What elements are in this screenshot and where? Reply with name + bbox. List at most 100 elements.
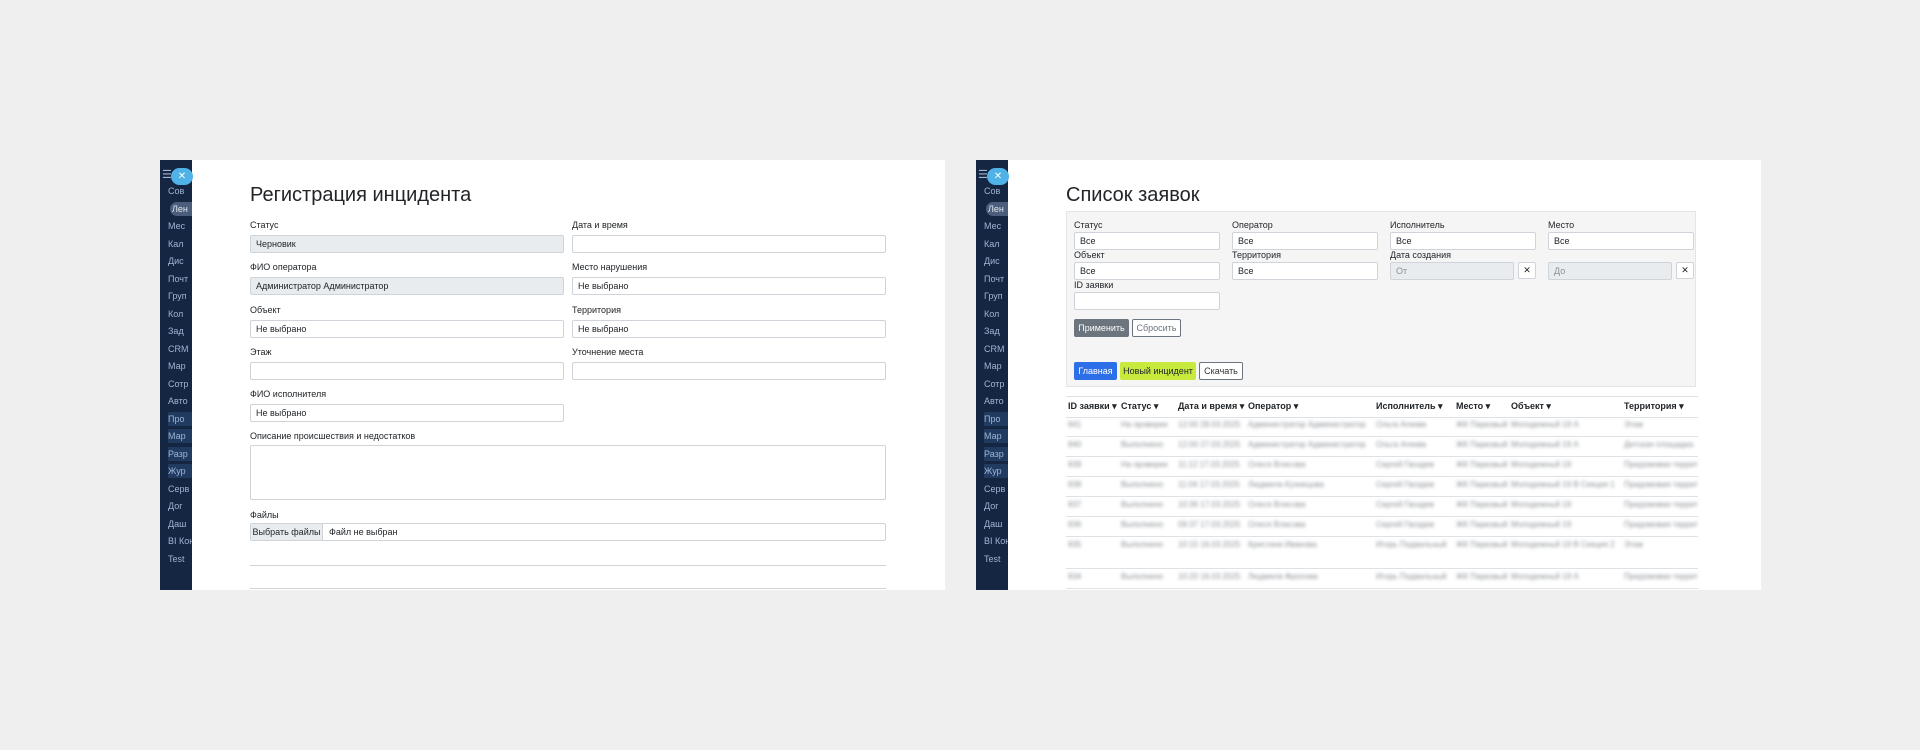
sidebar-item[interactable]: Жур bbox=[984, 464, 1008, 478]
sidebar-item[interactable]: Дог bbox=[984, 499, 1008, 513]
choose-files-button[interactable]: Выбрать файлы bbox=[251, 524, 323, 540]
datetime-input[interactable] bbox=[572, 235, 886, 253]
sidebar-item[interactable]: Кол bbox=[168, 307, 192, 321]
sidebar-item[interactable]: Кал bbox=[984, 237, 1008, 251]
sidebar-item[interactable]: CRM bbox=[168, 342, 192, 356]
place-filter-select[interactable]: Все bbox=[1548, 232, 1694, 250]
status-filter-label: Статус bbox=[1074, 220, 1103, 230]
reset-button[interactable]: Сбросить bbox=[1132, 319, 1181, 337]
territory-filter-select[interactable]: Все bbox=[1232, 262, 1378, 280]
sidebar-item[interactable]: CRM bbox=[984, 342, 1008, 356]
date-from-input[interactable]: От bbox=[1390, 262, 1514, 280]
table-row[interactable]: 835 Выполнено 10:15 16.03.2025 Кристина Ива… bbox=[1066, 537, 1698, 569]
sidebar-item[interactable]: Дис bbox=[168, 254, 192, 268]
sidebar-item[interactable]: Мар bbox=[984, 359, 1008, 373]
column-header-executor[interactable]: Исполнитель ▾ bbox=[1376, 397, 1443, 416]
sidebar-item[interactable]: Test bbox=[168, 552, 192, 566]
sidebar-item[interactable]: Лен bbox=[170, 201, 192, 216]
file-input[interactable]: Выбрать файлы Файл не выбран bbox=[250, 523, 886, 541]
object-label: Объект bbox=[250, 305, 281, 315]
table-row[interactable]: 841 На проверке 12:00 28.03.2025 Администра… bbox=[1066, 417, 1698, 437]
sidebar-item[interactable]: Про bbox=[168, 411, 192, 426]
description-label: Описание происшествия и недостатков bbox=[250, 431, 416, 441]
cell-territory: Придомовая территория bbox=[1624, 572, 1698, 581]
sidebar-item[interactable]: Мар bbox=[984, 429, 1008, 443]
sidebar-item[interactable]: Разр bbox=[984, 446, 1008, 461]
sidebar-item[interactable]: Серв bbox=[984, 482, 1008, 496]
table-row[interactable]: 838 Выполнено 11:04 17.03.2025 Людмила Кузн… bbox=[1066, 477, 1698, 497]
sidebar-item[interactable]: Зад bbox=[984, 324, 1008, 338]
sidebar-item[interactable]: Test bbox=[984, 552, 1008, 566]
sidebar-item[interactable]: Серв bbox=[168, 482, 192, 496]
column-header-status[interactable]: Статус ▾ bbox=[1121, 397, 1158, 416]
close-icon[interactable]: ✕ bbox=[987, 168, 1009, 185]
place-detail-input[interactable] bbox=[572, 362, 886, 380]
table-row[interactable]: 839 На проверке 11:12 17.03.2025 Олеся Влас… bbox=[1066, 457, 1698, 477]
column-header-place[interactable]: Место ▾ bbox=[1456, 397, 1490, 416]
object-filter-select[interactable]: Все bbox=[1074, 262, 1220, 280]
sidebar-item[interactable]: Авто bbox=[984, 394, 1008, 408]
column-header-datetime[interactable]: Дата и время ▾ bbox=[1178, 397, 1244, 416]
table-row[interactable]: 837 Выполнено 10:36 17.03.2025 Олеся Власов… bbox=[1066, 497, 1698, 517]
operator-filter-select[interactable]: Все bbox=[1232, 232, 1378, 250]
cell-object: Молодежный 19 bbox=[1511, 460, 1572, 469]
close-icon[interactable]: ✕ bbox=[171, 168, 193, 185]
sidebar-item[interactable]: Сотр bbox=[984, 377, 1008, 391]
executor-filter-select[interactable]: Все bbox=[1390, 232, 1536, 250]
sidebar-item[interactable]: Мар bbox=[168, 429, 192, 443]
sidebar-item[interactable]: Лен bbox=[986, 201, 1008, 216]
column-header-operator[interactable]: Оператор ▾ bbox=[1248, 397, 1298, 416]
sidebar-item[interactable]: Дис bbox=[984, 254, 1008, 268]
column-header-id[interactable]: ID заявки ▾ bbox=[1068, 397, 1117, 416]
sidebar-item[interactable]: Кол bbox=[984, 307, 1008, 321]
sidebar-item[interactable]: Почт bbox=[168, 272, 192, 286]
sidebar-item[interactable]: Даш bbox=[168, 517, 192, 531]
sidebar-item[interactable]: Даш bbox=[984, 517, 1008, 531]
clear-date-from-button[interactable]: ✕ bbox=[1518, 262, 1536, 279]
column-header-territory[interactable]: Территория ▾ bbox=[1624, 397, 1684, 416]
sidebar-item[interactable]: Авто bbox=[168, 394, 192, 408]
apply-button[interactable]: Применить bbox=[1074, 319, 1129, 337]
sidebar-item[interactable]: Про bbox=[984, 411, 1008, 426]
download-button[interactable]: Скачать bbox=[1199, 362, 1243, 380]
main-content: Регистрация инцидента Статус Черновик Да… bbox=[192, 160, 945, 590]
sidebar-item[interactable]: BI Кон bbox=[984, 534, 1008, 548]
sidebar-item[interactable]: Сов bbox=[168, 184, 192, 198]
cell-id: 834 bbox=[1068, 572, 1082, 581]
sidebar-item[interactable]: BI Кон bbox=[168, 534, 192, 548]
cell-object: Молодежный 19 В Секция 2 bbox=[1511, 540, 1615, 549]
new-incident-button[interactable]: Новый инцидент bbox=[1120, 362, 1196, 380]
floor-input[interactable] bbox=[250, 362, 564, 380]
table-row[interactable]: 834 Выполнено 10:20 16.03.2025 Людмила Фрол… bbox=[1066, 569, 1698, 589]
executor-select[interactable]: Не выбрано bbox=[250, 404, 564, 422]
clear-date-to-button[interactable]: ✕ bbox=[1676, 262, 1694, 279]
sidebar-item[interactable]: Дог bbox=[168, 499, 192, 513]
status-label: Статус bbox=[250, 220, 279, 230]
sidebar-item[interactable]: Жур bbox=[168, 464, 192, 478]
file-status: Файл не выбран bbox=[329, 527, 398, 537]
violation-place-select[interactable]: Не выбрано bbox=[572, 277, 886, 295]
sidebar-item[interactable]: Сов bbox=[984, 184, 1008, 198]
object-select[interactable]: Не выбрано bbox=[250, 320, 564, 338]
table-row[interactable]: 840 Выполнено 12:00 27.03.2025 Администрато… bbox=[1066, 437, 1698, 457]
sidebar-item[interactable]: Сотр bbox=[168, 377, 192, 391]
cell-executor: Игорь Подвальный bbox=[1376, 540, 1447, 549]
description-textarea[interactable] bbox=[250, 445, 886, 500]
sidebar-item[interactable]: Груп bbox=[168, 289, 192, 303]
operator-label: ФИО оператора bbox=[250, 262, 317, 272]
column-header-object[interactable]: Объект ▾ bbox=[1511, 397, 1551, 416]
request-id-input[interactable] bbox=[1074, 292, 1220, 310]
table-row[interactable]: 836 Выполнено 09:37 17.03.2025 Олеся Власов… bbox=[1066, 517, 1698, 537]
sidebar-item[interactable]: Мес bbox=[984, 219, 1008, 233]
sidebar-item[interactable]: Мар bbox=[168, 359, 192, 373]
sidebar-item[interactable]: Почт bbox=[984, 272, 1008, 286]
territory-select[interactable]: Не выбрано bbox=[572, 320, 886, 338]
date-to-input[interactable]: До bbox=[1548, 262, 1672, 280]
sidebar-item[interactable]: Зад bbox=[168, 324, 192, 338]
sidebar-item[interactable]: Разр bbox=[168, 446, 192, 461]
status-filter-select[interactable]: Все bbox=[1074, 232, 1220, 250]
home-button[interactable]: Главная bbox=[1074, 362, 1117, 380]
sidebar-item[interactable]: Мес bbox=[168, 219, 192, 233]
sidebar-item[interactable]: Груп bbox=[984, 289, 1008, 303]
sidebar-item[interactable]: Кал bbox=[168, 237, 192, 251]
